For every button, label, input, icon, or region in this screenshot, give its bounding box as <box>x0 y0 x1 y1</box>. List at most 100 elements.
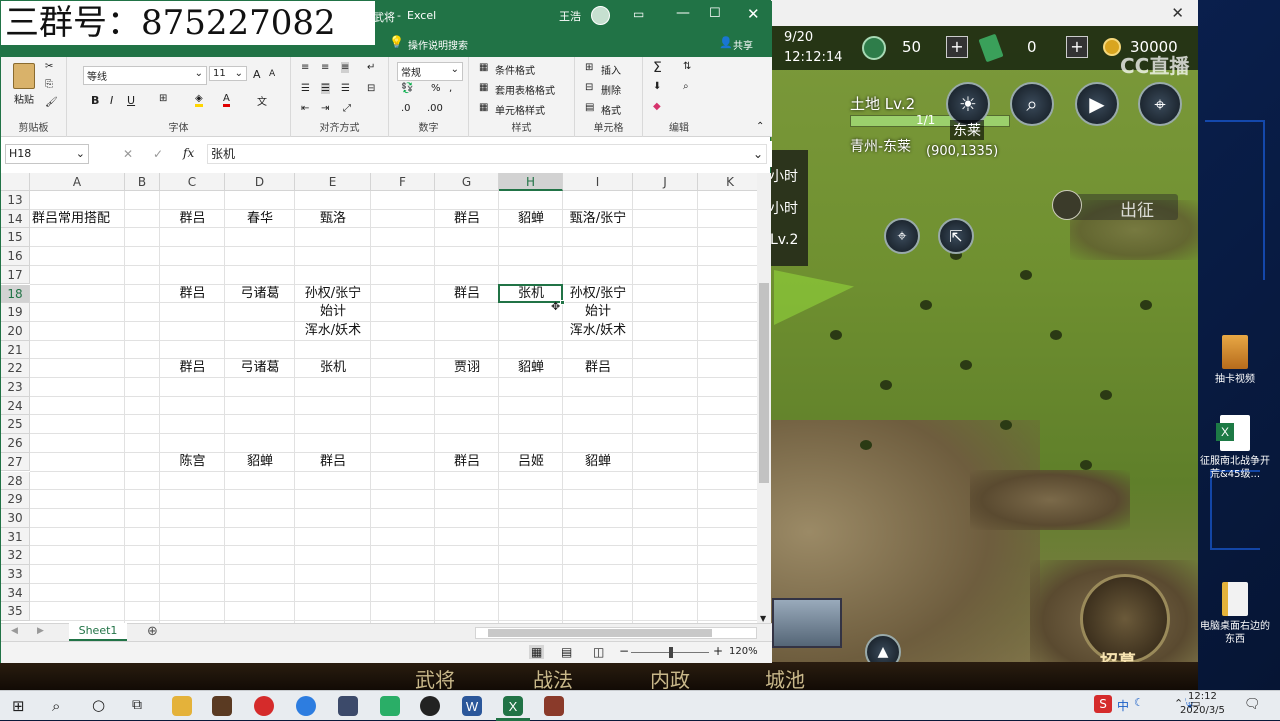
start-icon[interactable]: ⊞ <box>12 697 25 715</box>
cut-icon[interactable]: ✂ <box>45 61 53 72</box>
search-button[interactable]: ⌕ <box>1010 82 1054 126</box>
scroll-thumb[interactable] <box>759 283 769 483</box>
cell-i20[interactable]: 浑水/妖术 <box>563 322 633 341</box>
add-sheet-icon[interactable]: ⊕ <box>147 624 158 639</box>
minimize-icon[interactable]: — <box>676 5 690 21</box>
cell-d14[interactable]: 春华 <box>225 210 295 229</box>
column-header-h[interactable]: H <box>499 173 563 191</box>
table-format-button[interactable]: 套用表格格式 <box>495 82 555 97</box>
cell-h22[interactable]: 貂蝉 <box>499 359 563 378</box>
hscroll-thumb[interactable] <box>488 629 712 637</box>
row-header-30[interactable]: 30 <box>1 508 30 528</box>
row-header-14[interactable]: 14 <box>1 209 30 229</box>
sheet-tab-sheet1[interactable]: Sheet1 <box>69 623 127 641</box>
autosum-icon[interactable]: Σ <box>653 60 662 76</box>
outdent-icon[interactable]: ⇥ <box>321 103 329 114</box>
row-header-18[interactable]: 18 <box>1 284 30 304</box>
merge-icon[interactable]: ⊟ <box>367 83 375 94</box>
sogou-icon[interactable] <box>296 696 316 716</box>
moon-icon[interactable]: ☾ <box>1134 696 1144 709</box>
number-format-select[interactable]: 常规 ⌄ <box>397 62 463 81</box>
format-painter-icon[interactable]: 🖌 <box>45 97 58 108</box>
location-pin-button[interactable]: ⌖ <box>1138 82 1182 126</box>
font-grow-button[interactable]: A <box>253 68 261 81</box>
obs-icon[interactable] <box>420 696 440 716</box>
column-header-d[interactable]: D <box>225 173 295 191</box>
share-map-button[interactable]: ⇱ <box>938 218 974 254</box>
select-all-corner[interactable] <box>1 173 30 191</box>
column-header-a[interactable]: A <box>30 173 125 191</box>
avatar-icon[interactable] <box>591 6 610 25</box>
cell-i19[interactable]: 始计 <box>563 303 633 322</box>
column-header-g[interactable]: G <box>435 173 499 191</box>
row-header-24[interactable]: 24 <box>1 396 30 416</box>
wechat-icon[interactable] <box>380 696 400 716</box>
formula-input[interactable]: 张机 ⌄ <box>207 144 767 164</box>
cancel-formula-icon[interactable]: ✕ <box>123 147 133 161</box>
excel-window[interactable]: 武将 - Excel 王浩 ▭ — ☐ ✕ 💡 操作说明搜索 👤 共享 三群号：… <box>0 0 772 663</box>
row-header-29[interactable]: 29 <box>1 490 30 509</box>
align-center-icon[interactable]: ☰ <box>321 83 330 94</box>
wrap-text-icon[interactable]: ↵ <box>367 62 375 73</box>
city-thumbnail[interactable] <box>772 598 842 648</box>
cell-i14[interactable]: 甄洛/张宁 <box>563 210 633 229</box>
fill-color-icon[interactable]: ◈ <box>195 93 203 107</box>
comma-icon[interactable]: , <box>449 83 452 94</box>
clear-icon[interactable]: ◆ <box>653 101 661 112</box>
row-header-23[interactable]: 23 <box>1 378 30 397</box>
maximize-icon[interactable]: ☐ <box>709 6 721 21</box>
cell-e19[interactable]: 始计 <box>295 303 371 322</box>
row-header-34[interactable]: 34 <box>1 583 30 603</box>
row-header-31[interactable]: 31 <box>1 527 30 547</box>
notification-icon[interactable]: 🗨 <box>1244 697 1261 712</box>
percent-icon[interactable]: % <box>431 83 441 94</box>
spreadsheet-grid[interactable]: A B C D E F G H I J K 13 14 15 16 17 18 19 20 21 22 23 24 25 26 2… <box>1 173 757 623</box>
row-header-21[interactable]: 21 <box>1 340 30 360</box>
zoom-out-icon[interactable]: − <box>619 644 629 658</box>
paste-button[interactable]: 粘贴 <box>14 91 34 106</box>
decrease-decimal-icon[interactable]: .00 <box>427 103 443 114</box>
ime-mode[interactable]: 中 <box>1117 697 1129 714</box>
map-marker-button[interactable]: ⌖ <box>884 218 920 254</box>
column-header-j[interactable]: J <box>633 173 698 191</box>
sort-filter-icon[interactable]: ⇅ <box>683 61 691 72</box>
row-header-16[interactable]: 16 <box>1 247 30 266</box>
font-name-select[interactable]: 等线 ⌄ <box>83 66 207 85</box>
collapse-ribbon-icon[interactable]: ⌃ <box>756 121 764 132</box>
cond-format-button[interactable]: 条件格式 <box>495 62 535 77</box>
scroll-down-icon[interactable]: ▼ <box>760 614 766 623</box>
tab-city[interactable]: 城池 <box>765 664 805 693</box>
cell-c27[interactable]: 陈宫 <box>160 453 225 472</box>
cell-d27[interactable]: 貂蝉 <box>225 453 295 472</box>
increase-decimal-icon[interactable]: .0 <box>401 103 411 114</box>
cell-d22[interactable]: 弓诸葛 <box>225 359 295 378</box>
desktop-icon-excel-file[interactable]: X 征服南北战争开荒&45级... <box>1200 415 1270 481</box>
font-color-icon[interactable]: A <box>223 93 230 107</box>
align-middle-icon[interactable]: ≡ <box>321 62 329 73</box>
cell-c18[interactable]: 群吕 <box>160 285 225 304</box>
excel-taskbar-icon[interactable]: X <box>503 696 523 716</box>
desktop-icon-file[interactable]: 电脑桌面右边的东西 <box>1200 582 1270 646</box>
game-app-icon[interactable] <box>212 696 232 716</box>
vertical-scrollbar[interactable]: ▼ <box>757 173 771 623</box>
share-button[interactable]: 共享 <box>733 37 753 52</box>
normal-view-icon[interactable]: ▦ <box>529 645 545 659</box>
zoom-in-icon[interactable]: + <box>713 644 723 658</box>
row-header-17[interactable]: 17 <box>1 265 30 285</box>
bold-button[interactable]: B <box>91 94 99 107</box>
row-header-27[interactable]: 27 <box>1 452 30 472</box>
font-shrink-button[interactable]: A <box>269 69 275 79</box>
italic-button[interactable]: I <box>110 94 113 107</box>
close-icon[interactable]: ✕ <box>747 5 760 23</box>
cell-c14[interactable]: 群吕 <box>160 210 225 229</box>
row-header-19[interactable]: 19 <box>1 303 30 322</box>
ime-logo-icon[interactable]: S <box>1094 695 1112 713</box>
column-header-c[interactable]: C <box>160 173 225 191</box>
close-icon[interactable]: ✕ <box>1171 4 1184 22</box>
cell-i18[interactable]: 孙权/张宁 <box>563 285 633 304</box>
column-header-i[interactable]: I <box>563 173 633 191</box>
cell-e18[interactable]: 孙权/张宁 <box>295 285 371 304</box>
word-icon[interactable]: W <box>462 696 482 716</box>
desktop-icon-folder[interactable]: 抽卡视频 <box>1200 335 1270 386</box>
row-header-13[interactable]: 13 <box>1 191 30 210</box>
